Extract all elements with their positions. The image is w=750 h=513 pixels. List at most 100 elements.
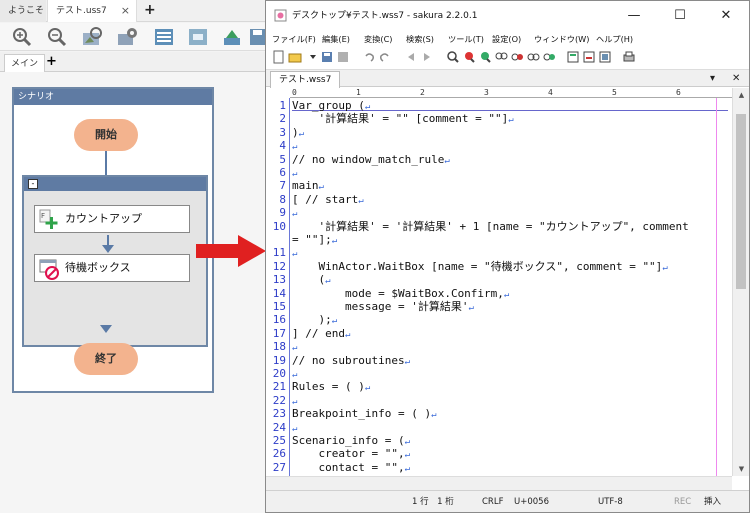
line-number: 4: [279, 139, 286, 153]
eol-mark-icon: ↵: [292, 423, 298, 434]
undo-icon[interactable]: [362, 50, 376, 64]
line-number: 6: [279, 166, 286, 179]
eol-mark-icon: ↵: [298, 128, 305, 139]
start-node[interactable]: 開始: [74, 119, 138, 151]
eol-mark-icon: ↵: [292, 370, 298, 380]
save-all-icon[interactable]: [336, 50, 350, 64]
menu-window[interactable]: ウィンドウ(W): [534, 31, 589, 47]
search-icon[interactable]: [446, 50, 460, 64]
menu-convert[interactable]: 変換(C): [364, 31, 392, 47]
code-line: // no window_match_rule↵: [292, 152, 450, 166]
tab-main[interactable]: メイン: [4, 54, 46, 72]
code-line: '計算結果' = "" [comment = ""]↵: [292, 112, 514, 126]
eol-mark-icon: ↵: [325, 276, 331, 287]
line-number: 23: [272, 407, 286, 421]
line-number: 24: [272, 420, 286, 434]
group-node[interactable]: - F カウントアップ 待機ボックス: [22, 175, 208, 347]
jump-forward-icon[interactable]: [420, 50, 434, 64]
export-icon[interactable]: [186, 26, 210, 48]
scroll-up-icon[interactable]: ▲: [733, 88, 750, 102]
line-number: 2: [279, 112, 286, 126]
mark-clear-icon[interactable]: [510, 50, 524, 64]
scroll-thumb[interactable]: [736, 114, 746, 289]
close-icon[interactable]: ×: [121, 0, 130, 22]
zoom-out-icon[interactable]: [45, 26, 69, 48]
arrow-down-icon: [102, 245, 114, 253]
maximize-button[interactable]: ☐: [657, 1, 703, 31]
tab-file[interactable]: テスト.wss7: [270, 71, 341, 88]
grep-replace-icon[interactable]: [542, 50, 556, 64]
open-folder-icon[interactable]: [288, 50, 302, 64]
table-icon[interactable]: [152, 26, 176, 48]
status-bar: 1 行 1 桁 CRLF U+0056 UTF-8 REC 挿入: [266, 490, 749, 512]
ruler-tick: 5: [612, 88, 617, 97]
countup-node[interactable]: F カウントアップ: [34, 205, 190, 233]
search-prev-icon[interactable]: [462, 50, 476, 64]
eol-mark-icon: ↵: [404, 463, 411, 474]
search-next-icon[interactable]: [478, 50, 492, 64]
line-number: 21: [272, 380, 286, 394]
sakura-app-icon: [274, 9, 287, 22]
new-file-icon[interactable]: [272, 50, 286, 64]
tag-jump-icon[interactable]: [582, 50, 596, 64]
line-number: 18: [272, 340, 286, 354]
eol-mark-icon: ↵: [292, 209, 298, 220]
line-number-gutter: 1 2 3 4 5 6 7 8 9 10 11 12 13 14 15 16 17 18 19 20 21 22 23 24 2…: [266, 98, 290, 476]
ruler-tick: 3: [484, 88, 489, 97]
encoding[interactable]: UTF-8: [598, 491, 623, 513]
menu-edit[interactable]: 編集(E): [322, 31, 350, 47]
editor-window: デスクトップ¥テスト.wss7 - sakura 2.2.0.1 — ☐ ✕ フ…: [265, 0, 750, 513]
eol-mark-icon: ↵: [404, 356, 411, 367]
scroll-down-icon[interactable]: ▼: [733, 462, 750, 476]
eol-mark-icon: ↵: [331, 236, 338, 246]
redo-icon[interactable]: [378, 50, 392, 64]
vertical-scrollbar[interactable]: ▲ ▼: [732, 88, 749, 476]
line-number: 20: [272, 367, 286, 380]
code-line: Breakpoint_info = ( )↵: [292, 407, 437, 421]
minimize-button[interactable]: —: [611, 1, 657, 31]
print-icon[interactable]: [622, 50, 636, 64]
node-label: カウントアップ: [65, 212, 142, 225]
import-icon[interactable]: [220, 26, 244, 48]
menu-bar: ファイル(F) 編集(E) 変換(C) 検索(S) ツール(T) 設定(O) ウ…: [266, 31, 749, 47]
menu-tools[interactable]: ツール(T): [448, 31, 484, 47]
dropdown-icon[interactable]: [306, 50, 320, 64]
menu-search[interactable]: 検索(S): [406, 31, 434, 47]
eol-mark-icon: ↵: [292, 249, 298, 260]
menu-settings[interactable]: 設定(O): [492, 31, 521, 47]
image-search-icon[interactable]: [80, 26, 104, 48]
line-number: 9: [279, 206, 286, 220]
close-tab-button[interactable]: ✕: [732, 70, 740, 87]
waitbox-node[interactable]: 待機ボックス: [34, 254, 190, 282]
close-button[interactable]: ✕: [703, 1, 749, 31]
zoom-in-icon[interactable]: [10, 26, 34, 48]
save-icon[interactable]: [320, 50, 334, 64]
eol-mark-icon: ↵: [364, 383, 371, 394]
line-number: 22: [272, 393, 286, 407]
menu-help[interactable]: ヘルプ(H): [596, 31, 633, 47]
code-line: contact = "",↵: [292, 460, 411, 474]
add-tab-button[interactable]: +: [144, 0, 156, 20]
grep-icon[interactable]: [526, 50, 540, 64]
settings-icon[interactable]: [115, 26, 139, 48]
line-number: 12: [272, 259, 286, 273]
replace-icon[interactable]: [494, 50, 508, 64]
jump-back-icon[interactable]: [404, 50, 418, 64]
insert-mode[interactable]: 挿入: [704, 491, 721, 513]
tab-test-file[interactable]: テスト.uss7 ×: [47, 0, 137, 22]
eol-type[interactable]: CRLF: [482, 491, 503, 513]
compare-icon[interactable]: [598, 50, 612, 64]
text-editor-area[interactable]: 1 2 3 4 5 6 7 8 9 10 11 12 13 14 15 16 17 18 19 20 21 22 23 24 2…: [266, 98, 732, 476]
tab-list-dropdown[interactable]: ▾: [710, 70, 715, 87]
line-number: 10: [272, 219, 286, 233]
menu-file[interactable]: ファイル(F): [272, 31, 316, 47]
collapse-toggle[interactable]: -: [28, 179, 38, 189]
outline-icon[interactable]: [566, 50, 580, 64]
line-number: 19: [272, 353, 286, 367]
editor-toolbar: [266, 47, 749, 67]
horizontal-scrollbar[interactable]: [266, 476, 732, 490]
add-sheet-button[interactable]: +: [46, 52, 57, 72]
tab-welcome[interactable]: ようこそ: [0, 0, 46, 22]
end-node[interactable]: 終了: [74, 343, 138, 375]
code-line: Rules = ( )↵: [292, 380, 371, 394]
